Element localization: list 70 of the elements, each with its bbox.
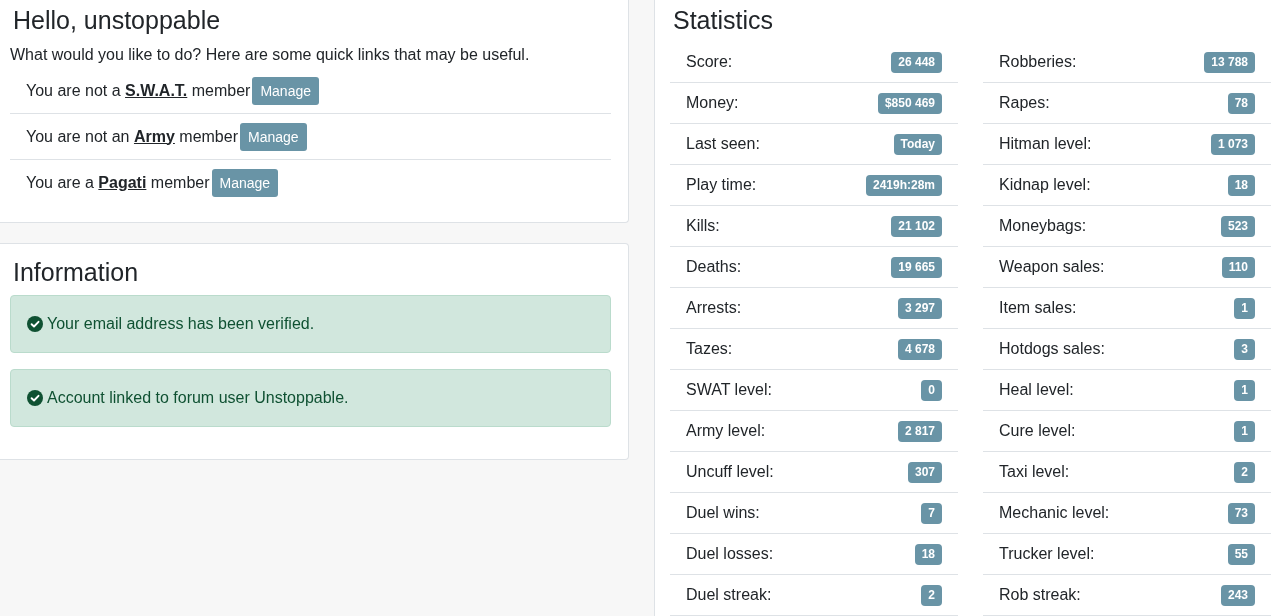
- stat-value: 7: [921, 502, 942, 524]
- check-circle-icon: [27, 390, 43, 406]
- stat-label: Play time:: [686, 175, 757, 195]
- stat-value: $850 469: [877, 92, 942, 114]
- membership-text: You are not an Army member: [26, 126, 238, 147]
- information-title: Information: [12, 258, 140, 287]
- group-link[interactable]: S.W.A.T.: [125, 81, 188, 99]
- stat-label: Item sales:: [999, 298, 1077, 318]
- stat-label: Score:: [686, 52, 733, 72]
- stat-label: Hitman level:: [999, 134, 1092, 154]
- stat-label: Hotdogs sales:: [999, 339, 1105, 359]
- alert-text: Your email address has been verified.: [47, 314, 315, 334]
- stat-value: 1: [1234, 297, 1255, 319]
- stat-label: Arrests:: [686, 298, 742, 318]
- stat-value: Today: [893, 133, 942, 155]
- membership-text: You are a Pagati member: [26, 173, 210, 193]
- group-link[interactable]: Army: [133, 127, 175, 145]
- statistics-title: Statistics: [672, 6, 775, 35]
- stat-value: 243: [1220, 584, 1255, 606]
- stat-value: 1: [1234, 420, 1255, 442]
- stat-value: 2419h:28m: [865, 174, 942, 196]
- stat-label: Uncuff level:: [686, 462, 774, 482]
- stat-label: SWAT level:: [686, 380, 772, 400]
- stat-label: Duel streak:: [686, 585, 772, 605]
- stat-value: 3: [1234, 338, 1255, 360]
- stat-value: 13 788: [1204, 51, 1255, 73]
- stat-value: 523: [1220, 215, 1255, 237]
- check-circle-icon: [27, 316, 43, 332]
- stat-value: 110: [1221, 256, 1255, 278]
- stat-value: 3 297: [897, 297, 942, 319]
- stat-label: Moneybags:: [999, 216, 1087, 236]
- stat-label: Army level:: [686, 421, 766, 441]
- stat-value: 19 665: [891, 256, 942, 278]
- stat-label: Kidnap level:: [999, 175, 1091, 195]
- stat-label: Taxi level:: [999, 462, 1070, 482]
- stat-value: 78: [1227, 92, 1255, 114]
- stat-label: Trucker level:: [999, 544, 1095, 564]
- stat-label: Deaths:: [686, 257, 742, 277]
- stat-label: Tazes:: [686, 339, 733, 359]
- stat-label: Rob streak:: [999, 585, 1081, 605]
- stat-label: Money:: [686, 93, 739, 113]
- stat-value: 0: [921, 379, 942, 401]
- stat-label: Mechanic level:: [999, 503, 1110, 523]
- stat-label: Cure level:: [999, 421, 1076, 441]
- stat-label: Rapes:: [999, 93, 1050, 113]
- stat-value: 4 678: [897, 338, 942, 360]
- stat-label: Duel losses:: [686, 544, 774, 564]
- stat-label: Kills:: [686, 216, 720, 236]
- stat-value: 307: [907, 461, 942, 483]
- stat-label: Duel wins:: [686, 503, 760, 523]
- stat-value: 18: [914, 543, 942, 565]
- alert-text: Account linked to forum user Unstoppable.: [47, 388, 349, 408]
- stat-value: 21 102: [891, 215, 942, 237]
- stat-value: 73: [1227, 502, 1255, 524]
- membership-text: You are not a S.W.A.T. member: [26, 80, 251, 101]
- stat-label: Robberies:: [999, 52, 1077, 72]
- stat-value: 1 073: [1210, 133, 1255, 155]
- stat-value: 55: [1227, 543, 1255, 565]
- intro-text: What would you like to do? Here are some quick links that may be useful.: [10, 45, 531, 65]
- greeting-title: Hello, unstoppable: [12, 6, 222, 35]
- stat-value: 2: [1234, 461, 1255, 483]
- stat-label: Weapon sales:: [999, 257, 1105, 277]
- group-link[interactable]: Pagati: [98, 174, 147, 191]
- stat-value: 2 817: [897, 420, 942, 442]
- stat-value: 18: [1227, 174, 1255, 196]
- stat-value: 26 448: [891, 51, 942, 73]
- stat-value: 1: [1234, 379, 1255, 401]
- stat-value: 2: [921, 584, 942, 606]
- stat-label: Last seen:: [686, 134, 760, 154]
- stat-label: Heal level:: [999, 380, 1074, 400]
